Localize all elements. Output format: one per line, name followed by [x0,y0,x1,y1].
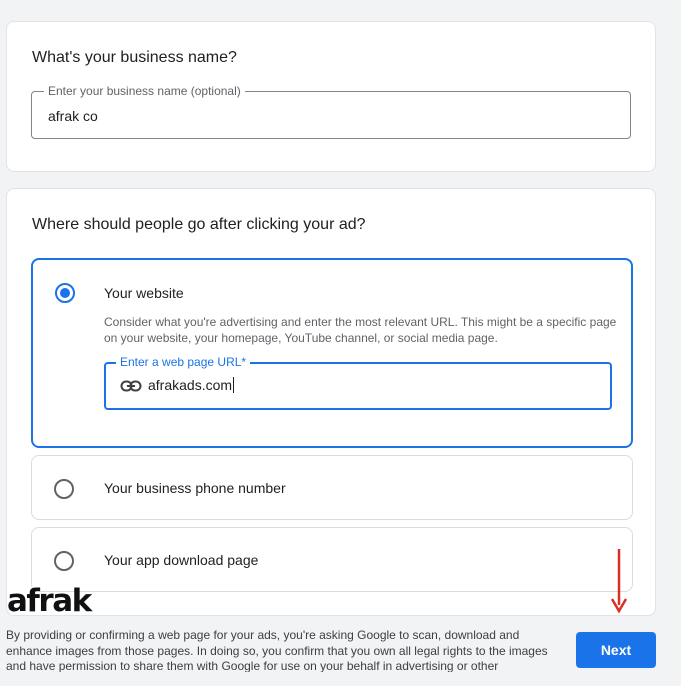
option-your-website-description: Consider what you're advertising and ent… [104,315,617,345]
option-app-download[interactable]: Your app download page [31,527,633,592]
option-app-download-label: Your app download page [104,552,259,568]
business-name-field[interactable]: Enter your business name (optional) afra… [31,83,631,139]
ad-destination-heading: Where should people go after clicking yo… [32,216,366,233]
business-name-field-label: Enter your business name (optional) [44,83,245,99]
website-radio[interactable] [55,283,75,303]
website-url-field-label: Enter a web page URL* [116,354,251,370]
phone-radio[interactable] [54,479,74,499]
afrak-logo: afrak [7,583,92,619]
option-business-phone-label: Your business phone number [104,480,286,496]
website-url-value: afrakads.com [148,377,233,393]
option-your-website[interactable]: Your website Consider what you're advert… [31,258,633,448]
website-url-field[interactable]: Enter a web page URL* afrakads.com [104,354,612,410]
app-download-radio[interactable] [54,551,74,571]
annotation-arrow-icon [610,549,628,614]
business-name-input[interactable]: afrak co [48,108,98,124]
option-your-website-label: Your website [104,285,184,301]
afrak-logo-text: afrak [7,583,92,619]
business-name-card: What's your business name? Enter your bu… [6,21,656,172]
link-icon [120,378,142,394]
next-button[interactable]: Next [576,632,656,668]
business-name-heading: What's your business name? [32,49,237,66]
option-business-phone[interactable]: Your business phone number [31,455,633,520]
footer-disclaimer: By providing or confirming a web page fo… [6,628,548,672]
website-url-input[interactable]: afrakads.com [148,377,235,393]
ad-destination-card: Where should people go after clicking yo… [6,188,656,616]
text-cursor [233,377,235,393]
